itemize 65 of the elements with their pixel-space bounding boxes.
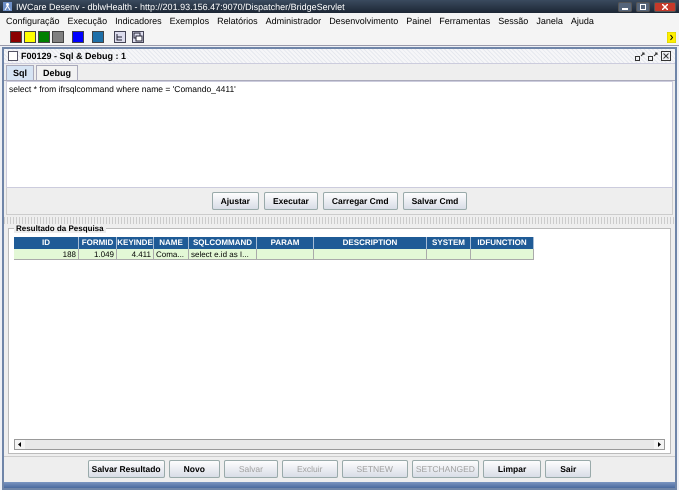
query-button[interactable]: Carregar Cmd — [322, 192, 398, 210]
action-button[interactable]: Salvar Resultado — [88, 460, 165, 478]
table-cell — [471, 249, 534, 260]
table-cell: select e.id as I... — [189, 249, 257, 260]
minimize-button[interactable] — [618, 2, 632, 12]
column-header[interactable]: SYSTEM — [427, 237, 471, 249]
panel-title: Resultado da Pesquisa — [14, 224, 106, 233]
column-header[interactable]: DESCRIPTION — [314, 237, 427, 249]
table-cell: 1.049 — [79, 249, 117, 260]
menu-item[interactable]: Sessão — [494, 16, 532, 26]
arrow-icon[interactable] — [667, 32, 676, 42]
column-header[interactable]: KEYINDE — [117, 237, 154, 249]
menu-item[interactable]: Ajuda — [566, 16, 598, 26]
menu-item[interactable]: Indicadores — [111, 16, 166, 26]
column-header[interactable]: ID — [14, 237, 79, 249]
query-button[interactable]: Ajustar — [212, 192, 259, 210]
menu-item[interactable]: Relatórios — [213, 16, 262, 26]
color-swatch[interactable] — [92, 31, 104, 43]
menu-item[interactable]: Administrador — [262, 16, 326, 26]
table-cell: 188 — [14, 249, 79, 260]
close-icon[interactable] — [661, 51, 671, 61]
window-icon — [8, 51, 18, 61]
scroll-left-icon[interactable] — [15, 440, 25, 449]
close-button[interactable] — [654, 2, 676, 12]
tab[interactable]: Sql — [6, 65, 34, 80]
horizontal-scrollbar[interactable] — [14, 439, 665, 450]
close-icon — [662, 4, 668, 10]
column-header[interactable]: FORMID — [79, 237, 117, 249]
menu-item[interactable]: Painel — [402, 16, 436, 26]
sql-editor[interactable]: select * from ifrsqlcommand where name = 'Comando_4411' — [6, 81, 673, 188]
query-button[interactable]: Executar — [264, 192, 318, 210]
column-header[interactable]: NAME — [154, 237, 189, 249]
action-button[interactable]: Limpar — [482, 460, 542, 478]
table-cell — [257, 249, 314, 260]
menu-item[interactable]: Ferramentas — [435, 16, 494, 26]
restore-icon[interactable] — [635, 52, 645, 60]
color-swatch[interactable] — [72, 31, 84, 43]
color-swatch[interactable] — [38, 31, 50, 43]
action-button[interactable]: Novo — [168, 460, 220, 478]
tab[interactable]: Debug — [36, 65, 78, 80]
color-swatch[interactable] — [52, 31, 64, 43]
color-swatch[interactable] — [10, 31, 22, 43]
menu-item[interactable]: Configuração — [2, 16, 64, 26]
menu-item[interactable]: Desenvolvimento — [325, 16, 402, 26]
maximize-button[interactable] — [636, 2, 650, 12]
windows-icon[interactable] — [132, 31, 144, 43]
menu-item[interactable]: Exemplos — [166, 16, 214, 26]
maximize-icon — [640, 4, 646, 10]
maximize-icon[interactable] — [648, 52, 658, 60]
column-header[interactable]: SQLCOMMAND — [189, 237, 257, 249]
menu-item[interactable]: Execução — [64, 16, 112, 26]
action-button[interactable]: Sair — [545, 460, 592, 478]
menu-item[interactable]: Janela — [532, 16, 567, 26]
query-button[interactable]: Salvar Cmd — [402, 192, 468, 210]
column-header[interactable]: PARAM — [257, 237, 314, 249]
frame-title: F00129 - Sql & Debug : 1 — [21, 51, 128, 61]
app-icon — [3, 2, 12, 11]
scroll-right-icon[interactable] — [654, 440, 664, 449]
table-cell: 4.411 — [117, 249, 154, 260]
column-header[interactable]: IDFUNCTION — [471, 237, 534, 249]
table-cell: Coma... — [154, 249, 189, 260]
table-cell — [427, 249, 471, 260]
window-title: IWCare Desenv - dblwHealth - http://201.93.156.47:9070/Dispatcher/BridgeServlet — [16, 2, 345, 12]
tree-icon[interactable] — [114, 31, 126, 43]
color-swatch[interactable] — [24, 31, 36, 43]
